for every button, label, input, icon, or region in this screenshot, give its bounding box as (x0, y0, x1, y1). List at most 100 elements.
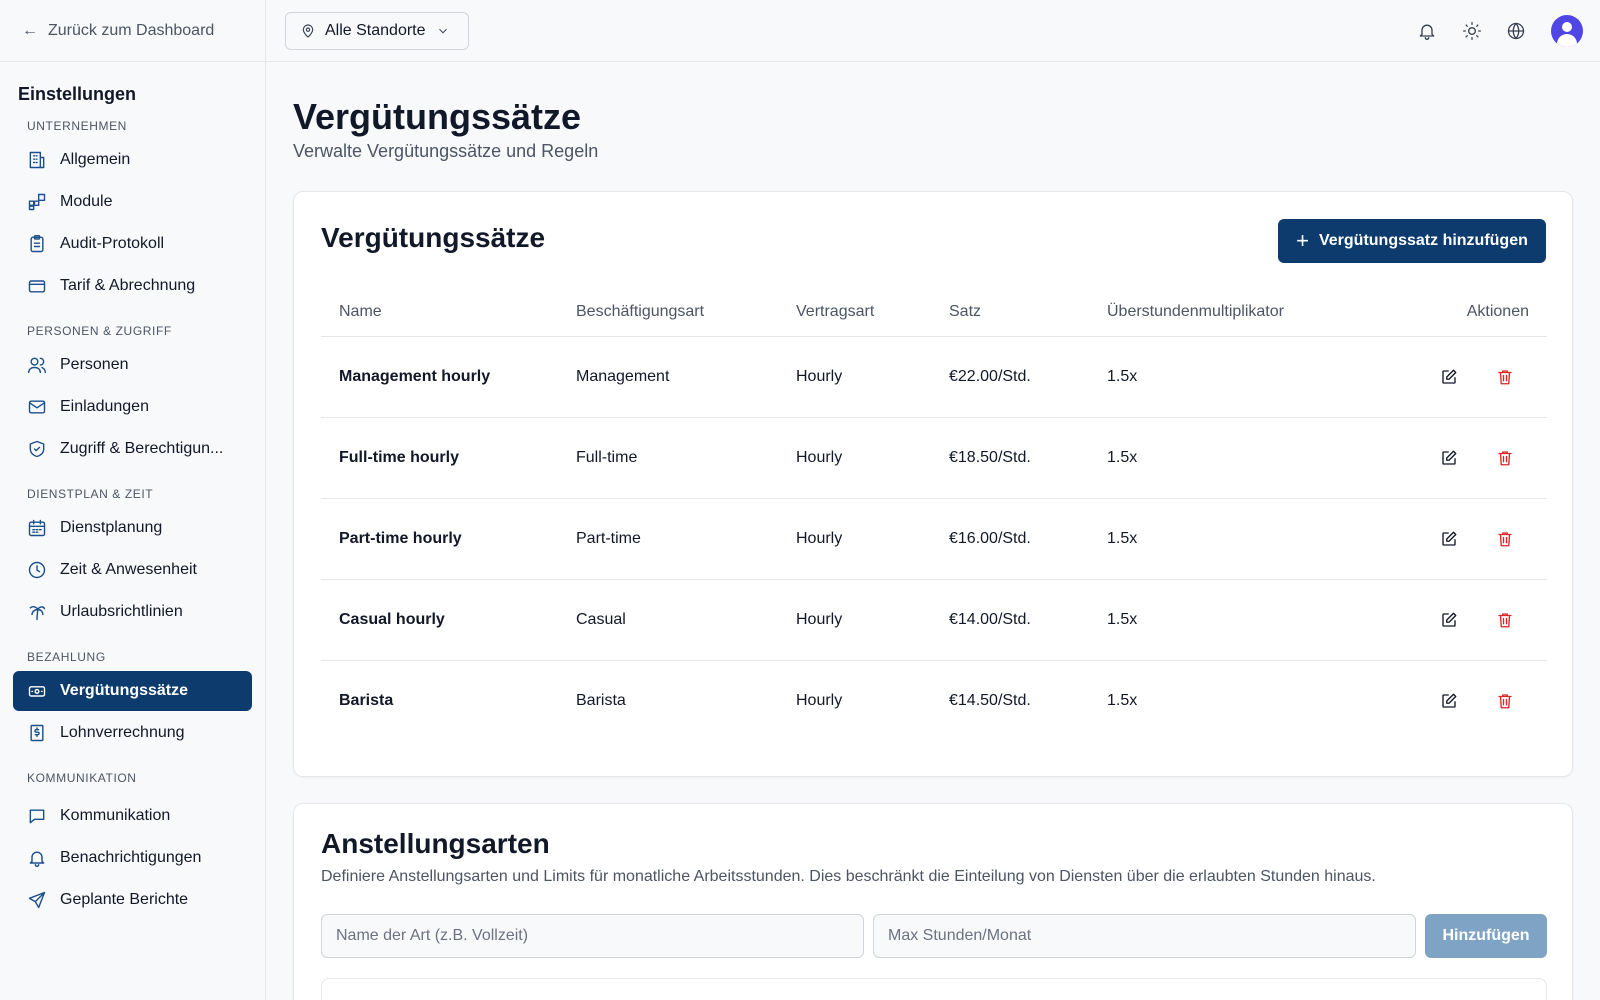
cell-employment-type: Casual (558, 579, 778, 661)
sidebar-item-label: Zugriff & Berechtigun... (60, 440, 224, 457)
sidebar-item-modules[interactable]: Module (13, 182, 252, 222)
max-hours-input[interactable]: Max Stunden/Monat (873, 914, 1416, 958)
trash-icon (1498, 369, 1512, 384)
column-header-name: Name (321, 288, 558, 337)
section-communication: KOMMUNIKATION (27, 771, 137, 785)
edit-icon (1441, 450, 1456, 465)
sidebar-item-billing[interactable]: Tarif & Abrechnung (13, 266, 252, 306)
building-icon (26, 149, 48, 171)
cell-name: Management hourly (321, 336, 558, 418)
edit-button[interactable] (1437, 527, 1461, 551)
edit-icon (1441, 612, 1456, 627)
cell-rate: €22.00/Std. (931, 336, 1089, 418)
employment-types-description: Definiere Anstellungsarten und Limits fü… (321, 868, 1376, 885)
delete-button[interactable] (1493, 446, 1517, 470)
delete-button[interactable] (1493, 365, 1517, 389)
pay-rates-table: Name Beschäftigungsart Vertragsart Satz … (321, 288, 1547, 741)
add-employment-type-button[interactable]: Hinzufügen (1425, 914, 1547, 958)
sidebar-item-time[interactable]: Zeit & Anwesenheit (13, 550, 252, 590)
modules-icon (26, 191, 48, 213)
cell-rate: €14.50/Std. (949, 691, 1031, 709)
delete-button[interactable] (1493, 608, 1517, 632)
back-to-dashboard-link[interactable]: ← Zurück zum Dashboard (0, 0, 265, 62)
theme-toggle-button[interactable] (1460, 19, 1484, 43)
section-company: UNTERNEHMEN (27, 119, 127, 133)
sidebar-item-label: Allgemein (60, 151, 131, 168)
type-name-input[interactable]: Name der Art (z.B. Vollzeit) (321, 914, 864, 958)
add-pay-rate-button[interactable]: + Vergütungssatz hinzufügen (1278, 219, 1546, 263)
shield-check-icon (26, 438, 48, 460)
sidebar-item-label: Urlaubsrichtlinien (60, 603, 183, 620)
edit-icon (1441, 531, 1456, 546)
send-icon (26, 889, 48, 911)
add-pay-rate-label: Vergütungssatz hinzufügen (1318, 232, 1528, 249)
bell-icon (1419, 24, 1435, 40)
topbar: Alle Standorte (266, 0, 1600, 62)
cell-actions (1389, 660, 1547, 741)
edit-button[interactable] (1437, 365, 1461, 389)
trash-icon (1498, 450, 1512, 465)
edit-button[interactable] (1437, 608, 1461, 632)
plus-icon: + (1296, 228, 1309, 253)
sidebar-item-communication[interactable]: Kommunikation (13, 796, 252, 836)
column-header-employment-type: Beschäftigungsart (558, 288, 778, 337)
location-select-value: Alle Standorte (325, 22, 426, 39)
cell-contract-type: Hourly (778, 336, 931, 418)
bell-icon (26, 847, 48, 869)
pay-rates-card-title: Vergütungssätze (321, 222, 546, 253)
sidebar-item-reports[interactable]: Geplante Berichte (13, 880, 252, 920)
settings-sidebar: ← Zurück zum Dashboard Einstellungen UNT… (0, 0, 266, 1000)
sidebar-item-label: Zeit & Anwesenheit (60, 561, 197, 578)
cell-rate: €16.00/Std. (931, 498, 1089, 580)
notifications-button[interactable] (1415, 19, 1439, 43)
map-pin-icon (302, 24, 314, 38)
sidebar-item-audit[interactable]: Audit-Protokoll (13, 224, 252, 264)
sidebar-item-invitations[interactable]: Einladungen (13, 387, 252, 427)
sidebar-item-label: Geplante Berichte (60, 891, 189, 908)
edit-button[interactable] (1437, 446, 1461, 470)
avatar-body-shape (1557, 34, 1577, 47)
cell-name: Barista (339, 691, 394, 709)
banknote-icon (26, 680, 48, 702)
cell-rate: €14.00/Std. (931, 579, 1089, 661)
page-subtitle: Verwalte Vergütungssätze und Regeln (293, 141, 599, 161)
table-row: Barista Barista Hourly €14.50/Std. 1.5x (321, 660, 1547, 741)
sidebar-item-scheduling[interactable]: Dienstplanung (13, 508, 252, 548)
employment-type-list-item (321, 978, 1547, 1000)
arrow-left-icon: ← (22, 21, 38, 39)
credit-card-icon (26, 275, 48, 297)
sidebar-item-label: Module (60, 193, 113, 210)
edit-button[interactable] (1437, 689, 1461, 713)
edit-icon (1441, 369, 1456, 384)
sidebar-item-pay-rates[interactable]: Vergütungssätze (13, 671, 252, 711)
sidebar-item-leave[interactable]: Urlaubsrichtlinien (13, 592, 252, 632)
chevron-down-icon (438, 28, 447, 34)
employment-types-card: Anstellungsarten Definiere Anstellungsar… (293, 803, 1573, 1000)
language-button[interactable] (1504, 19, 1528, 43)
sidebar-item-notifications[interactable]: Benachrichtigungen (13, 838, 252, 878)
cell-contract-type: Hourly (778, 417, 931, 499)
cell-name: Part-time hourly (321, 498, 558, 580)
cell-overtime: 1.5x (1089, 498, 1389, 580)
cell-contract-type: Hourly (778, 498, 931, 580)
clipboard-icon (26, 233, 48, 255)
sidebar-item-label: Dienstplanung (60, 519, 163, 536)
location-select[interactable]: Alle Standorte (285, 12, 469, 50)
delete-button[interactable] (1493, 689, 1517, 713)
column-header-actions: Aktionen (1389, 288, 1547, 337)
trash-icon (1498, 694, 1512, 709)
sidebar-item-label: Einladungen (60, 398, 149, 415)
delete-button[interactable] (1493, 527, 1517, 551)
section-people: PERSONEN & ZUGRIFF (27, 324, 172, 338)
sidebar-item-access[interactable]: Zugriff & Berechtigun... (13, 429, 252, 469)
cell-name: Casual hourly (321, 579, 558, 661)
trash-icon (1498, 531, 1512, 546)
sidebar-item-payroll[interactable]: Lohnverrechnung (13, 713, 252, 753)
sidebar-item-general[interactable]: Allgemein (13, 140, 252, 180)
receipt-dollar-icon (26, 722, 48, 744)
sidebar-item-people[interactable]: Personen (13, 345, 252, 385)
page-title: Vergütungssätze (293, 96, 582, 137)
user-avatar[interactable] (1551, 15, 1583, 47)
cell-employment-type: Barista (576, 691, 626, 709)
sidebar-item-label: Audit-Protokoll (60, 235, 165, 252)
